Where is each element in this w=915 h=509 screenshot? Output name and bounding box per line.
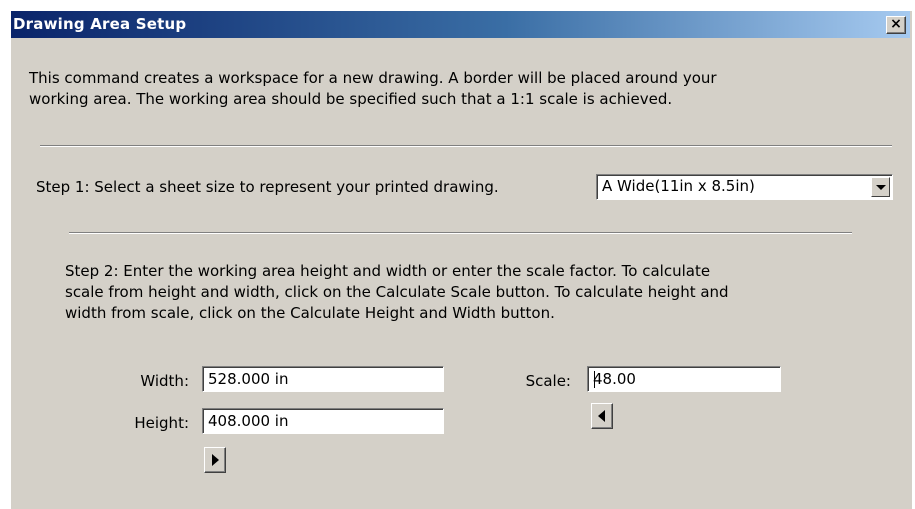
title-bar[interactable]: Drawing Area Setup × [11, 11, 910, 38]
step1-label: Step 1: Select a sheet size to represent… [36, 178, 499, 196]
intro-text-line-1: This command creates a workspace for a n… [29, 69, 717, 87]
scale-label: Scale: [525, 372, 571, 390]
separator-top [40, 145, 892, 147]
height-label: Height: [134, 414, 189, 432]
calculate-height-width-button[interactable] [591, 403, 613, 429]
height-input[interactable] [206, 411, 440, 431]
width-input[interactable] [206, 369, 440, 389]
scale-field[interactable] [587, 366, 781, 392]
step2-text-line-2: scale from height and width, click on th… [65, 283, 729, 301]
intro-text-line-2: working area. The working area should be… [29, 90, 673, 108]
window-title: Drawing Area Setup [13, 15, 187, 33]
calculate-scale-button[interactable] [204, 447, 226, 473]
width-field[interactable] [202, 366, 444, 392]
close-button[interactable]: × [886, 16, 906, 34]
sheet-size-select[interactable]: A Wide(11in x 8.5in) [596, 174, 893, 200]
step2-text-line-3: width from scale, click on the Calculate… [65, 304, 555, 322]
sheet-size-value: A Wide(11in x 8.5in) [602, 177, 755, 195]
scale-input[interactable] [591, 369, 777, 389]
chevron-down-icon[interactable] [871, 177, 890, 197]
close-icon: × [890, 16, 902, 32]
height-field[interactable] [202, 408, 444, 434]
separator-middle [69, 232, 852, 234]
text-caret [594, 371, 595, 388]
width-label: Width: [140, 372, 189, 390]
step2-text-line-1: Step 2: Enter the working area height an… [65, 262, 711, 280]
drawing-area-setup-dialog: Drawing Area Setup × This command create… [10, 10, 912, 509]
